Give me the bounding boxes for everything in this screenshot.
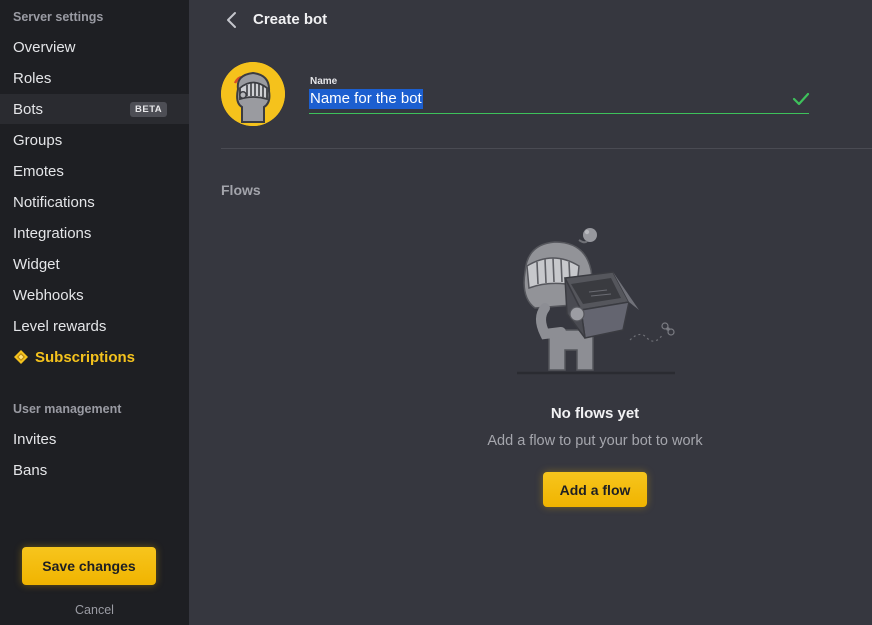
check-icon [792, 92, 810, 106]
bot-name-input[interactable]: Name for the bot [309, 89, 423, 109]
sidebar-item-integrations[interactable]: Integrations [0, 218, 189, 248]
sidebar-item-bots[interactable]: Bots BETA [0, 94, 189, 124]
sidebar-item-label: Notifications [13, 193, 95, 211]
sidebar-item-subscriptions[interactable]: Subscriptions [0, 342, 189, 372]
sidebar-item-emotes[interactable]: Emotes [0, 156, 189, 186]
sidebar-item-label: Bans [13, 461, 48, 479]
sidebar-item-label: Bots [13, 100, 44, 118]
bot-name-field[interactable]: Name for the bot [309, 88, 810, 114]
flows-heading: Flows [221, 182, 261, 198]
sidebar-item-label: Roles [13, 69, 52, 87]
empty-state-subtitle: Add a flow to put your bot to work [487, 433, 703, 449]
sidebar-item-overview[interactable]: Overview [0, 32, 189, 62]
sidebar-item-groups[interactable]: Groups [0, 125, 189, 155]
beta-badge: BETA [130, 102, 168, 117]
page-title: Create bot [253, 11, 328, 28]
empty-flows-illustration [517, 228, 675, 375]
settings-sidebar: Server settings Overview Roles Bots BETA… [0, 0, 189, 625]
sidebar-item-label: Overview [13, 38, 76, 56]
sidebar-item-label: Emotes [13, 162, 64, 180]
sidebar-item-label: Level rewards [13, 317, 107, 335]
bot-avatar[interactable] [221, 62, 285, 126]
sidebar-item-level-rewards[interactable]: Level rewards [0, 311, 189, 341]
divider [221, 148, 872, 149]
name-field-label: Name [310, 76, 338, 87]
server-settings-heading: Server settings [13, 10, 104, 24]
diamond-icon [14, 350, 28, 364]
sidebar-item-label: Webhooks [13, 286, 84, 304]
user-management-heading: User management [13, 402, 122, 416]
sidebar-item-label: Groups [13, 131, 63, 149]
sidebar-item-invites[interactable]: Invites [0, 424, 189, 454]
sidebar-item-notifications[interactable]: Notifications [0, 187, 189, 217]
save-changes-button[interactable]: Save changes [22, 547, 156, 585]
sidebar-item-label: Integrations [13, 224, 92, 242]
add-flow-button[interactable]: Add a flow [543, 472, 647, 507]
sidebar-item-bans[interactable]: Bans [0, 455, 189, 485]
sidebar-item-widget[interactable]: Widget [0, 249, 189, 279]
empty-state-title: No flows yet [550, 405, 640, 422]
cancel-link[interactable]: Cancel [0, 603, 189, 617]
sidebar-item-roles[interactable]: Roles [0, 63, 189, 93]
sidebar-item-label: Widget [13, 255, 60, 273]
sidebar-item-label: Invites [13, 430, 57, 448]
sidebar-item-label: Subscriptions [35, 348, 136, 366]
knight-helmet-icon [221, 62, 285, 126]
sidebar-item-webhooks[interactable]: Webhooks [0, 280, 189, 310]
back-arrow-icon[interactable] [222, 9, 242, 31]
